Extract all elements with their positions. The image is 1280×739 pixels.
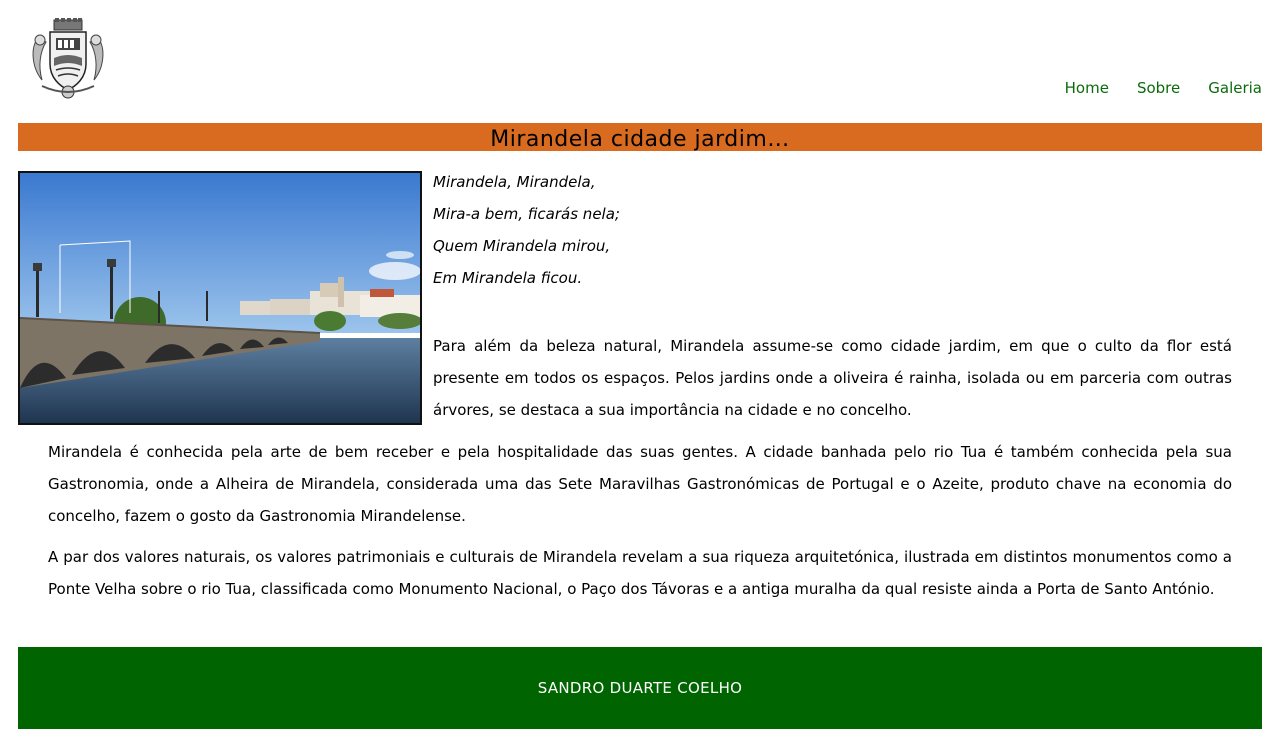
paragraph-cidade-jardim: Para além da beleza natural, Mirandela a… (433, 337, 1232, 419)
paragraph-patrimonio: A par dos valores naturais, os valores p… (48, 548, 1232, 598)
poem-line: Quem Mirandela mirou, (433, 237, 611, 255)
footer-author: SANDRO DUARTE COELHO (537, 679, 743, 697)
nav-galeria-link[interactable]: Galeria (1208, 79, 1262, 97)
nav-sobre-link[interactable]: Sobre (1137, 79, 1180, 97)
bridge-photo-illustration (20, 173, 420, 423)
poem-line: Mirandela, Mirandela, (433, 173, 596, 191)
page-title: Mirandela cidade jardim… (490, 126, 790, 152)
main-nav: Home Sobre Galeria (1065, 79, 1262, 97)
poem-line: Em Mirandela ficou. (433, 269, 583, 287)
nav-home-link[interactable]: Home (1065, 79, 1109, 97)
poem-line: Mira-a bem, ficarás nela; (433, 205, 620, 223)
footer: SANDRO DUARTE COELHO (18, 647, 1262, 729)
title-bar: Mirandela cidade jardim… (18, 123, 1262, 152)
coat-of-arms-logo (28, 18, 108, 100)
coat-of-arms-icon (32, 18, 104, 99)
poem: Mirandela, Mirandela, Mira-a bem, ficará… (433, 166, 620, 294)
bridge-photo (18, 171, 422, 425)
paragraph-gastronomia: Mirandela é conhecida pela arte de bem r… (48, 443, 1232, 525)
